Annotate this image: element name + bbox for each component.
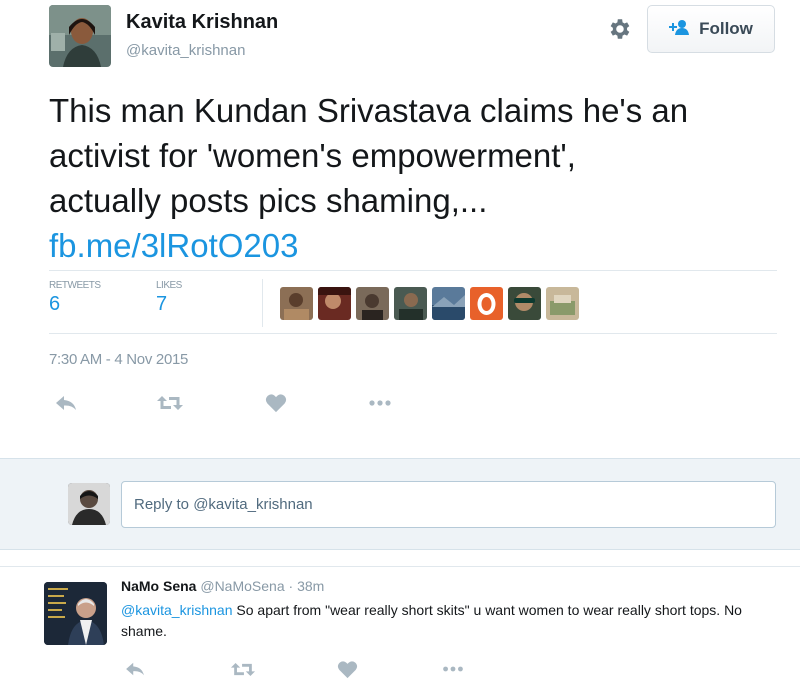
add-user-icon xyxy=(669,19,691,40)
retweet-icon[interactable] xyxy=(229,656,257,682)
tweet-text-line: activist for 'women's empowerment', xyxy=(49,137,576,174)
gear-icon[interactable] xyxy=(606,16,632,42)
reply-separator: · xyxy=(288,578,294,594)
liker-avatar[interactable] xyxy=(470,287,503,320)
reply-icon[interactable] xyxy=(121,656,149,682)
tweet-text: This man Kundan Srivastava claims he's a… xyxy=(49,88,789,268)
more-icon[interactable] xyxy=(439,656,467,682)
reply-box xyxy=(0,458,800,550)
reply-author-handle[interactable]: @NaMoSena xyxy=(200,578,284,594)
liker-avatar[interactable] xyxy=(508,287,541,320)
reply-tweet: NaMo Sena @NaMoSena · 38m @kavita_krishn… xyxy=(0,566,800,697)
reply-input[interactable] xyxy=(121,481,776,528)
tweet-timestamp[interactable]: 7:30 AM - 4 Nov 2015 xyxy=(49,351,188,368)
likes-count: 7 xyxy=(156,293,168,315)
tweet-actions xyxy=(49,390,394,416)
more-icon[interactable] xyxy=(366,390,394,416)
current-user-avatar[interactable] xyxy=(68,483,110,525)
liker-avatar[interactable] xyxy=(356,287,389,320)
liker-avatar[interactable] xyxy=(546,287,579,320)
liker-avatar[interactable] xyxy=(394,287,427,320)
author-handle[interactable]: @kavita_krishnan xyxy=(126,42,245,59)
retweets-label: RETWEETS xyxy=(49,280,101,291)
reply-actions xyxy=(121,656,467,682)
reply-header: NaMo Sena @NaMoSena · 38m xyxy=(121,578,324,594)
follow-button[interactable]: Follow xyxy=(647,5,775,53)
liker-avatars xyxy=(280,287,579,320)
stats-divider xyxy=(262,279,263,327)
tweet-text-line: actually posts pics shaming,... xyxy=(49,182,488,219)
tweet-stats: RETWEETS 6 LIKES 7 xyxy=(49,270,777,334)
tweet-text-line: This man Kundan Srivastava claims he's a… xyxy=(49,92,689,129)
liker-avatar[interactable] xyxy=(318,287,351,320)
reply-author-name[interactable]: NaMo Sena xyxy=(121,578,196,594)
main-tweet: Kavita Krishnan @kavita_krishnan Follow … xyxy=(0,0,800,458)
retweets-count: 6 xyxy=(49,293,61,315)
author-name[interactable]: Kavita Krishnan xyxy=(126,11,278,34)
reply-text: @kavita_krishnan So apart from "wear rea… xyxy=(121,600,781,642)
likes-label: LIKES xyxy=(156,280,182,291)
retweet-icon[interactable] xyxy=(156,390,184,416)
tweet-link[interactable]: fb.me/3lRotO203 xyxy=(49,223,789,268)
reply-author-avatar[interactable] xyxy=(44,582,107,645)
reply-time[interactable]: 38m xyxy=(297,578,324,594)
follow-label: Follow xyxy=(699,19,753,38)
author-avatar[interactable] xyxy=(49,5,111,67)
reply-icon[interactable] xyxy=(52,390,80,416)
likes-stat[interactable]: LIKES 7 xyxy=(156,280,182,316)
retweets-stat[interactable]: RETWEETS 6 xyxy=(49,280,101,316)
heart-icon[interactable] xyxy=(333,656,361,682)
liker-avatar[interactable] xyxy=(280,287,313,320)
heart-icon[interactable] xyxy=(262,390,290,416)
reply-mention[interactable]: @kavita_krishnan xyxy=(121,602,233,618)
liker-avatar[interactable] xyxy=(432,287,465,320)
